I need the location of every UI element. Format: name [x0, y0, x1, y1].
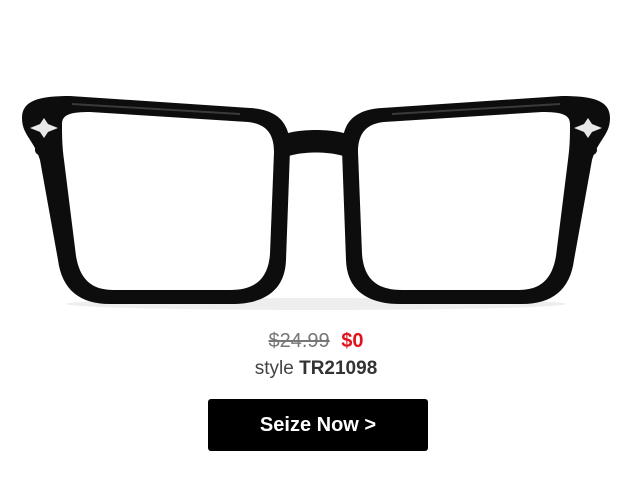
eyeglasses-illustration	[22, 96, 610, 310]
style-row: style TR21098	[0, 356, 632, 382]
nose-bridge	[280, 130, 352, 160]
left-lens	[62, 112, 274, 290]
right-lens	[358, 112, 570, 290]
style-label: style	[254, 358, 294, 379]
seize-now-button[interactable]: Seize Now >	[208, 399, 428, 451]
glasses-product-image[interactable]	[0, 0, 632, 320]
sale-price: $0	[341, 330, 364, 352]
price-row: $24.99 $0	[0, 328, 632, 354]
original-price: $24.99	[268, 330, 330, 352]
style-code: TR21098	[299, 358, 378, 379]
